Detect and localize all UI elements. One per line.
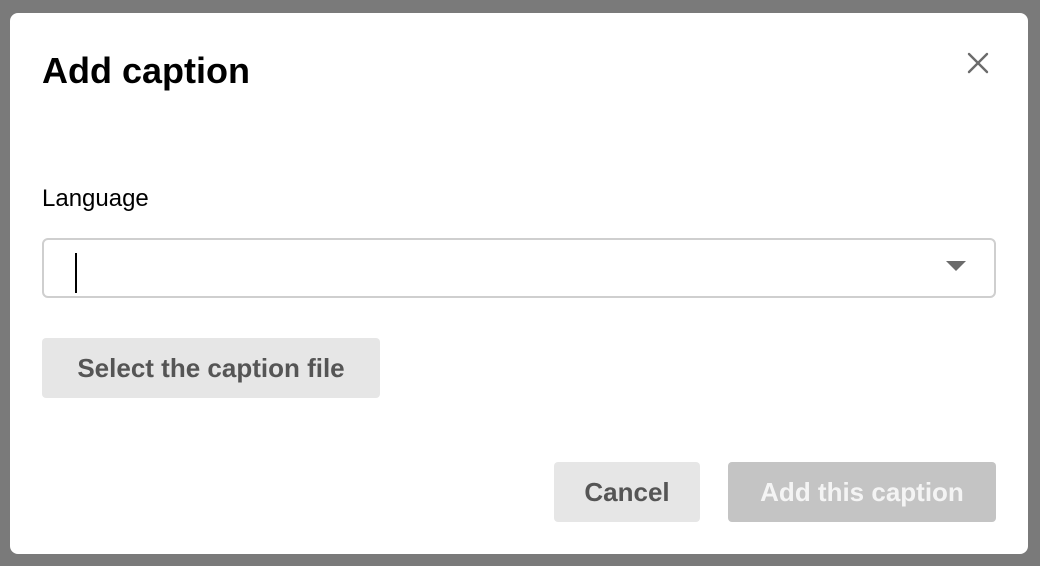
chevron-down-icon[interactable] [946,261,966,271]
language-select[interactable] [42,238,996,298]
select-caption-file-button[interactable]: Select the caption file [42,338,380,398]
add-caption-button[interactable]: Add this caption [728,462,996,522]
dialog-title: Add caption [42,50,250,91]
language-label: Language [42,185,149,212]
cancel-button[interactable]: Cancel [554,462,700,522]
close-icon [967,52,989,74]
language-input[interactable] [44,240,994,296]
add-caption-dialog: Add caption Language Select the caption … [10,13,1028,554]
text-cursor [75,253,77,293]
close-button[interactable] [962,47,994,79]
